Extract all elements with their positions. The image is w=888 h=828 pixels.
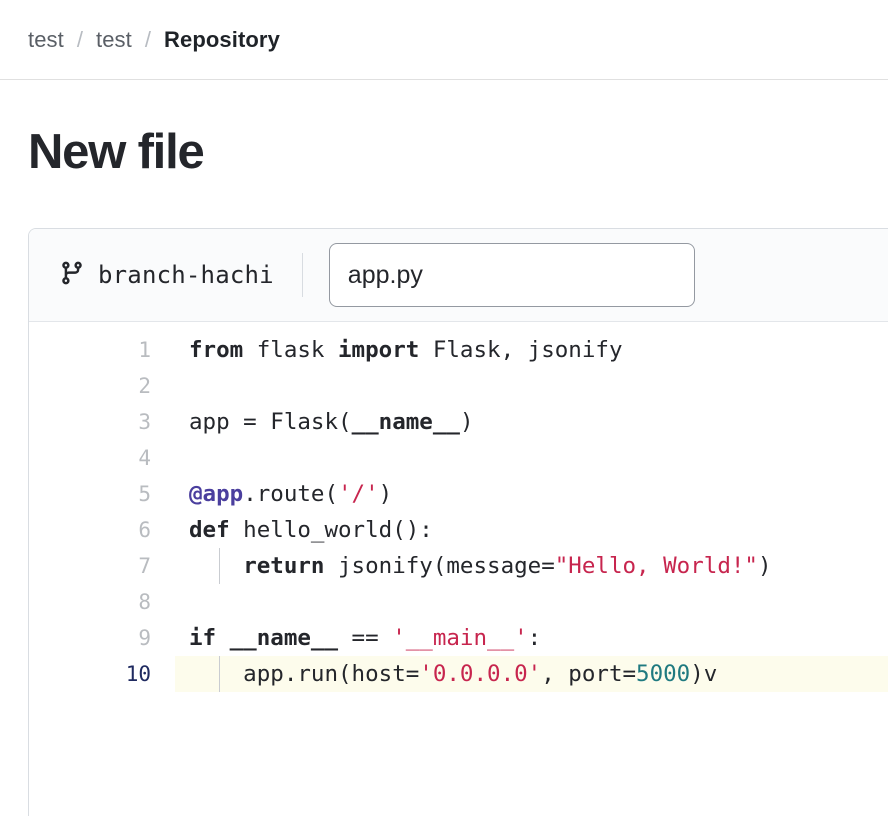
code-token-plain: app = Flask( — [189, 409, 352, 436]
code-line-text[interactable]: def hello_world(): — [175, 512, 888, 548]
code-token-plain: == — [338, 625, 393, 652]
breadcrumb-separator: / — [144, 26, 151, 52]
branch-name: branch-hachi — [98, 261, 274, 290]
code-line-text[interactable]: from flask import Flask, jsonify — [175, 332, 888, 368]
line-number: 7 — [138, 554, 151, 579]
code-token-str: '0.0.0.0' — [419, 661, 542, 688]
code-line[interactable]: 6 def hello_world(): — [29, 512, 888, 548]
code-token-plain: .route( — [243, 481, 339, 508]
code-token-kw: return — [243, 553, 325, 580]
code-token-plain: ) — [378, 481, 393, 508]
code-line-text[interactable]: app = Flask(__name__) — [175, 404, 888, 440]
code-token-str: '/' — [338, 481, 379, 508]
indent-guide — [219, 656, 220, 693]
line-number: 2 — [138, 374, 151, 399]
code-token-str: '__main__' — [392, 625, 528, 652]
breadcrumb-item-2[interactable]: test — [96, 27, 132, 53]
code-token-kw: def — [189, 517, 230, 544]
code-token-plain: ) — [459, 409, 474, 436]
breadcrumb: test / test / Repository — [0, 0, 888, 80]
breadcrumb-separator: / — [76, 26, 83, 52]
code-token-kw: from — [189, 337, 244, 364]
breadcrumb-item-1[interactable]: test — [28, 27, 64, 53]
line-number: 1 — [138, 338, 151, 363]
line-number: 6 — [138, 518, 151, 543]
code-line[interactable]: 4 — [29, 440, 888, 476]
code-token-plain: app.run(host= — [189, 661, 420, 688]
code-token-plain: jsonify(message= — [324, 553, 555, 580]
code-line-text[interactable] — [175, 584, 888, 620]
code-line[interactable]: 5 @app.route('/') — [29, 476, 888, 512]
code-token-plain: )v — [690, 661, 718, 688]
breadcrumb-item-current: Repository — [164, 26, 280, 52]
code-line-text[interactable]: app.run(host='0.0.0.0', port=5000)v — [175, 656, 888, 693]
code-line[interactable]: 1 from flask import Flask, jsonify — [29, 332, 888, 368]
code-line-text[interactable] — [175, 440, 888, 476]
code-token-num: 5000 — [636, 661, 691, 688]
code-token-dec: @app — [189, 481, 244, 508]
code-line[interactable]: 7 return jsonify(message="Hello, World!"… — [29, 548, 888, 585]
code-token-plain: : — [527, 625, 542, 652]
code-line[interactable]: 2 — [29, 368, 888, 404]
line-number: 4 — [138, 446, 151, 471]
editor-toolbar: branch-hachi — [29, 229, 888, 323]
code-token-str: "Hello, World!" — [554, 553, 758, 580]
code-token-kw: import — [338, 337, 420, 364]
code-line-text[interactable]: if __name__ == '__main__': — [175, 620, 888, 656]
git-branch-icon — [59, 260, 85, 291]
code-token-plain: flask — [243, 337, 339, 364]
page-title: New file — [28, 125, 205, 179]
code-token-plain: hello_world(): — [229, 517, 433, 544]
code-token-kw: __name__ — [229, 625, 339, 652]
code-token-plain: Flask, jsonify — [419, 337, 623, 364]
code-line-text[interactable]: @app.route('/') — [175, 476, 888, 512]
code-line[interactable]: 8 — [29, 584, 888, 620]
line-number: 9 — [138, 626, 151, 651]
code-token-plain: , port= — [541, 661, 637, 688]
code-line[interactable]: 10 app.run(host='0.0.0.0', port=5000)v — [29, 656, 888, 693]
indent-guide — [219, 548, 220, 585]
branch-selector[interactable]: branch-hachi — [59, 260, 274, 291]
code-line-text[interactable] — [175, 368, 888, 404]
code-token-kw: __name__ — [351, 409, 460, 436]
code-token-kw: if — [189, 625, 217, 652]
code-line-text[interactable]: return jsonify(message="Hello, World!") — [175, 548, 888, 584]
file-editor-panel: branch-hachi 1 from flask import Flask, j… — [28, 228, 888, 817]
code-token-plain: ) — [757, 553, 772, 580]
code-editor[interactable]: 1 from flask import Flask, jsonify 2 3 app =… — [29, 322, 888, 817]
line-number: 10 — [125, 662, 151, 687]
code-line[interactable]: 3 app = Flask(__name__) — [29, 404, 888, 440]
filename-input[interactable] — [328, 243, 695, 308]
toolbar-divider — [301, 253, 303, 298]
code-line[interactable]: 9 if __name__ == '__main__': — [29, 620, 888, 656]
line-number: 5 — [138, 482, 151, 507]
line-number: 3 — [138, 410, 151, 435]
line-number: 8 — [138, 590, 151, 615]
